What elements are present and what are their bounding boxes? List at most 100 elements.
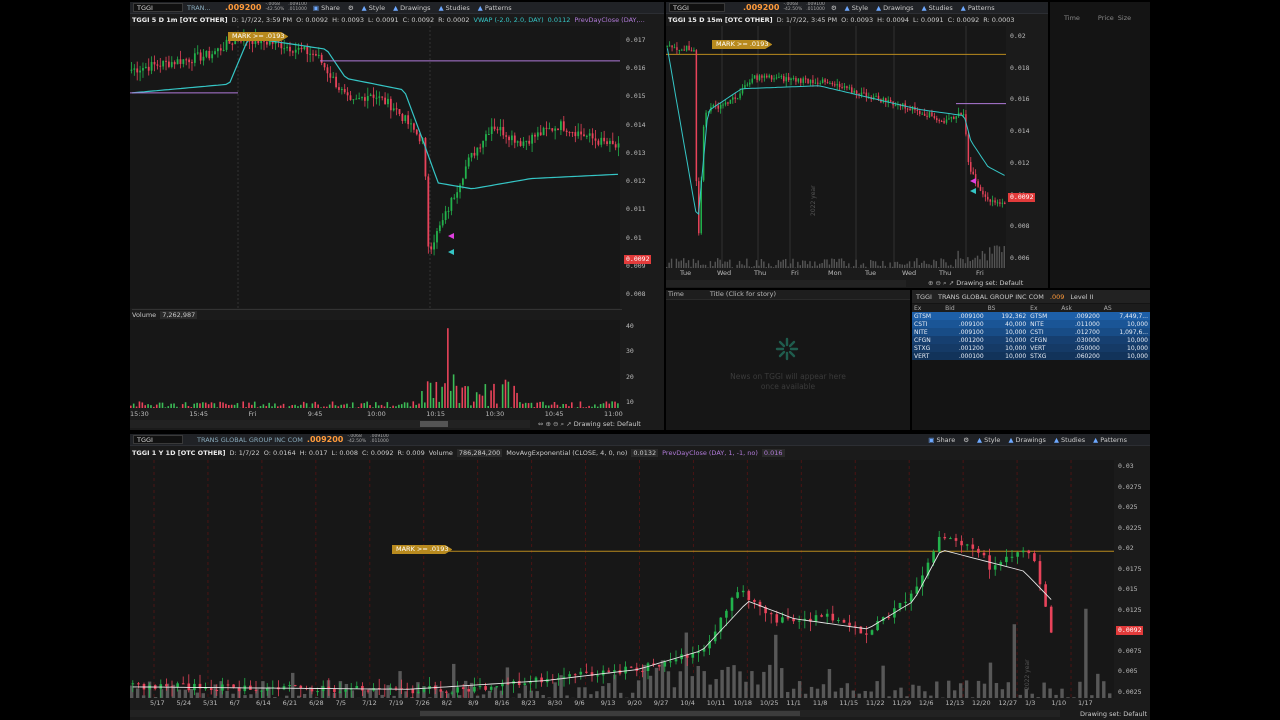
price-chart-area[interactable]: MARK >= .0193 2022 year (666, 26, 1006, 268)
price-alert-tag[interactable]: MARK >= .0193 (392, 545, 453, 554)
volume-bar (875, 681, 879, 698)
style-button[interactable]: ▲ Style (975, 436, 1002, 444)
level2-col-header[interactable]: Bid (943, 304, 986, 312)
gear-icon[interactable]: ⚙ (346, 4, 356, 12)
chart-panel-15m: TGGI .009200 -.0068 -42.50% .009100.01100… (666, 2, 1048, 288)
col-title[interactable]: Title (Click for story) (710, 290, 776, 299)
drawing-set-label[interactable]: ⇔ ⊕ ⊖ ⌕ ➚ Drawing set: Default (538, 420, 641, 429)
level2-col-header[interactable]: BS (986, 304, 1029, 312)
drawings-button[interactable]: ▲ Drawings (1006, 436, 1048, 444)
candle (814, 82, 817, 84)
volume-bar (1006, 682, 1011, 698)
volume-bar (942, 259, 945, 268)
share-button[interactable]: ▣ Share (311, 4, 342, 12)
share-button[interactable]: ▣ Share (926, 436, 957, 444)
col-price[interactable]: Price (1098, 14, 1114, 22)
price-chart-area[interactable]: MARK >= .0193 2022 year (130, 460, 1114, 702)
volume-bar (517, 693, 522, 698)
col-time[interactable]: Time (1064, 14, 1080, 22)
candle (717, 105, 719, 109)
price-chart-svg[interactable] (666, 26, 1006, 268)
volume-bar (838, 258, 840, 268)
price-alert-tag[interactable]: MARK >= .0193 (228, 32, 289, 41)
price-alert-tag[interactable]: MARK >= .0193 (712, 40, 773, 49)
info-low: L: 0.008 (331, 449, 358, 457)
y-tick-label: 0.018 (1010, 63, 1030, 72)
level2-col-header[interactable]: Ex (912, 304, 943, 312)
level2-row[interactable]: STXG .001200 10,000 VERT .050000 10,000 (912, 344, 1150, 352)
news-header: Time Title (Click for story) (666, 290, 910, 300)
candle (411, 689, 415, 694)
symbol-input[interactable]: TGGI (669, 3, 725, 12)
zoom-icons[interactable]: ⊕ ⊖ ⌕ ➚ (928, 279, 956, 287)
level2-row[interactable]: VERT .000100 10,000 STXG .060200 10,000 (912, 352, 1150, 360)
candle (577, 131, 580, 137)
candle (824, 79, 826, 83)
volume-bar (678, 671, 683, 698)
level2-col-header[interactable]: Ex (1028, 304, 1059, 312)
patterns-button[interactable]: ▲ Patterns (959, 4, 997, 12)
candle (219, 48, 222, 51)
level2-cell: .060200 (1059, 352, 1102, 360)
symbol-input[interactable]: TGGI (133, 3, 183, 12)
candle (804, 78, 807, 80)
level2-row[interactable]: CFGN .001200 10,000 CFGN .030000 10,000 (912, 336, 1150, 344)
volume-chart-area[interactable] (130, 320, 620, 408)
candle (326, 67, 329, 74)
volume-bar (409, 406, 412, 408)
price-chart-area[interactable]: MARK >= .0193 (130, 26, 620, 308)
x-tick-label: 8/23 (521, 699, 536, 707)
symbol-input[interactable]: TGGI (133, 435, 183, 444)
col-size[interactable]: Size (1118, 14, 1131, 22)
price-chart-svg[interactable] (130, 26, 620, 308)
level2-col-header[interactable]: Ask (1059, 304, 1102, 312)
volume-bar (863, 690, 867, 698)
studies-button[interactable]: ▲ Studies (1052, 436, 1087, 444)
drawing-set-label[interactable]: ⊕ ⊖ ⌕ ➚ Drawing set: Default (928, 279, 1023, 288)
y-tick-label: 0.017 (626, 36, 646, 44)
candle (176, 59, 179, 65)
volume-bar (1096, 673, 1100, 698)
style-button[interactable]: ▲ Style (360, 4, 387, 12)
drawings-button[interactable]: ▲ Drawings (874, 4, 916, 12)
chart-scrollbar[interactable] (666, 280, 906, 287)
drawing-set-label[interactable]: Drawing set: Default (1080, 710, 1147, 718)
patterns-button[interactable]: ▲ Patterns (476, 4, 514, 12)
volume-bar (758, 265, 760, 268)
studies-button[interactable]: ▲ Studies (920, 4, 955, 12)
volume-chart-svg[interactable] (130, 320, 620, 408)
candle (232, 684, 235, 688)
candle (378, 96, 381, 98)
volume-bar (189, 688, 194, 698)
price-chart-svg[interactable] (130, 460, 1114, 702)
volume-bar (542, 401, 544, 408)
studies-button[interactable]: ▲ Studies (437, 4, 472, 12)
gear-icon[interactable]: ⚙ (829, 4, 839, 12)
level2-row[interactable]: GTSM .009100 192,362 GTSM .009200 7,449,7... (912, 312, 1150, 320)
chart-scrollbar[interactable] (130, 420, 530, 428)
volume-bar (155, 404, 158, 408)
col-time[interactable]: Time (668, 290, 684, 299)
candle (693, 50, 695, 52)
candle (977, 548, 980, 553)
volume-bar (770, 266, 772, 268)
level2-row[interactable]: NITE .009100 10,000 CSTI .012700 1,097,6... (912, 328, 1150, 336)
volume-bar (666, 671, 671, 698)
volume-bar (553, 401, 556, 408)
level2-cell: .009100 (943, 328, 986, 336)
chart-scrollbar[interactable] (130, 710, 1060, 717)
volume-bar (522, 403, 524, 408)
drawings-button[interactable]: ▲ Drawings (391, 4, 433, 12)
style-button[interactable]: ▲ Style (843, 4, 870, 12)
x-tick-label: 10/4 (680, 699, 695, 707)
gear-icon[interactable]: ⚙ (961, 436, 971, 444)
volume-bar (236, 403, 239, 408)
zoom-icons[interactable]: ⇔ ⊕ ⊖ ⌕ ➚ (538, 420, 574, 428)
patterns-button[interactable]: ▲ Patterns (1091, 436, 1129, 444)
volume-bar (917, 685, 921, 698)
level2-symbol[interactable]: TGGI (916, 293, 932, 301)
level2-row[interactable]: CSTI .009100 40,000 NITE .011000 10,000 (912, 320, 1150, 328)
candle (953, 116, 955, 119)
volume-bar (845, 266, 848, 268)
level2-col-header[interactable]: AS (1102, 304, 1150, 312)
